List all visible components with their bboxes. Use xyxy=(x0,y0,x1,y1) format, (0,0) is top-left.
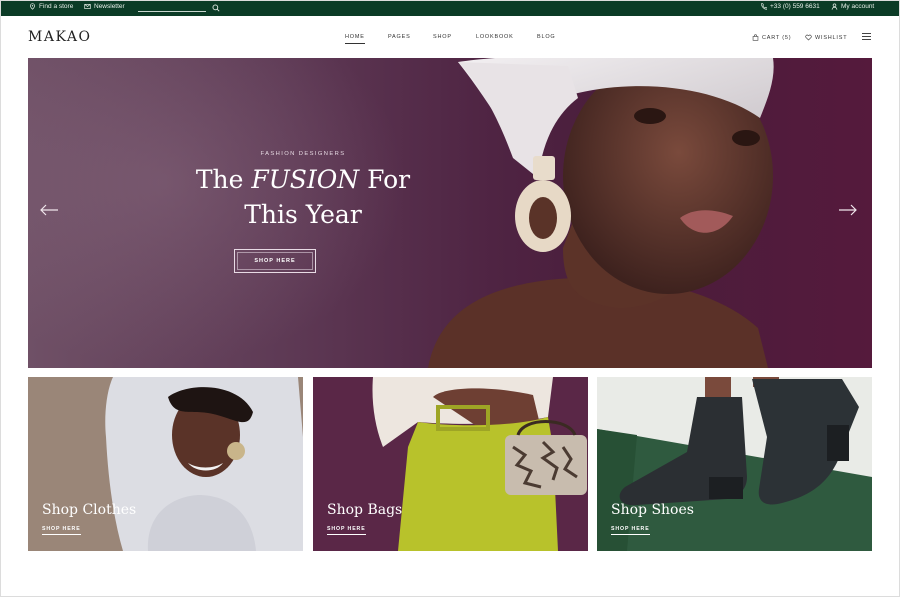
hero-title: The FUSION For This Year xyxy=(158,162,448,232)
location-pin-icon xyxy=(30,3,35,10)
my-account-link[interactable]: My account xyxy=(831,3,874,10)
find-store-link[interactable]: Find a store xyxy=(29,3,73,10)
newsletter-label: Newsletter xyxy=(94,3,125,10)
menu-icon[interactable] xyxy=(862,33,871,40)
heart-icon xyxy=(805,34,812,41)
hero-title-line2: This Year xyxy=(244,200,362,229)
mail-icon xyxy=(84,4,91,9)
clothes-model-image xyxy=(28,377,303,551)
find-store-label: Find a store xyxy=(39,3,74,10)
shoes-product-image xyxy=(597,377,872,551)
site-logo[interactable]: MAKAO xyxy=(28,29,91,45)
tile-shop-link[interactable]: SHOP HERE xyxy=(611,526,650,535)
hero-shop-button-label: SHOP HERE xyxy=(254,258,296,264)
nav-item-shop[interactable]: SHOP xyxy=(433,34,452,40)
main-header: MAKAO HOME PAGES SHOP LOOKBOOK BLOG CART… xyxy=(1,16,899,58)
phone-label: +33 (0) 559 6631 xyxy=(770,3,820,10)
cart-label: CART (5) xyxy=(762,34,792,41)
hero-title-emphasis: FUSION xyxy=(251,165,360,194)
hero-title-pre: The xyxy=(195,165,252,194)
tile-shop-link[interactable]: SHOP HERE xyxy=(42,526,81,535)
wishlist-link[interactable]: WISHLIST xyxy=(805,34,847,41)
phone-link[interactable]: +33 (0) 559 6631 xyxy=(760,3,820,10)
hero-slider: FASHION DESIGNERS The FUSION For This Ye… xyxy=(28,58,872,368)
tile-shop-clothes[interactable]: Shop Clothes SHOP HERE xyxy=(28,377,303,551)
nav-item-home[interactable]: HOME xyxy=(345,34,365,44)
search-input[interactable] xyxy=(138,11,206,12)
cart-link[interactable]: CART (5) xyxy=(752,34,791,41)
newsletter-link[interactable]: Newsletter xyxy=(84,3,125,10)
wishlist-label: WISHLIST xyxy=(815,34,848,41)
tile-title: Shop Clothes xyxy=(42,502,137,518)
nav-item-pages[interactable]: PAGES xyxy=(388,34,411,40)
arrow-left-icon[interactable] xyxy=(39,203,59,217)
arrow-right-icon[interactable] xyxy=(838,203,858,217)
hero-title-post: For xyxy=(359,165,411,194)
phone-icon xyxy=(761,3,767,10)
hero-eyebrow: FASHION DESIGNERS xyxy=(260,151,346,157)
tile-shop-shoes[interactable]: Shop Shoes SHOP HERE xyxy=(597,377,872,551)
search-icon[interactable] xyxy=(212,4,220,12)
tile-shop-bags[interactable]: Shop Bags SHOP HERE xyxy=(313,377,588,551)
nav-item-lookbook[interactable]: LOOKBOOK xyxy=(476,34,514,40)
tile-title: Shop Shoes xyxy=(611,502,694,518)
bag-icon xyxy=(752,34,759,41)
user-icon xyxy=(831,3,838,10)
tile-title: Shop Bags xyxy=(327,502,403,518)
my-account-label: My account xyxy=(841,3,875,10)
tile-shop-link[interactable]: SHOP HERE xyxy=(327,526,366,535)
hero-shop-button[interactable]: SHOP HERE xyxy=(234,249,316,273)
nav-item-blog[interactable]: BLOG xyxy=(537,34,555,40)
top-bar: Find a store Newsletter +33 (0) 559 6631… xyxy=(1,1,899,16)
hero-model-image xyxy=(428,58,774,368)
bags-model-image xyxy=(313,377,588,551)
